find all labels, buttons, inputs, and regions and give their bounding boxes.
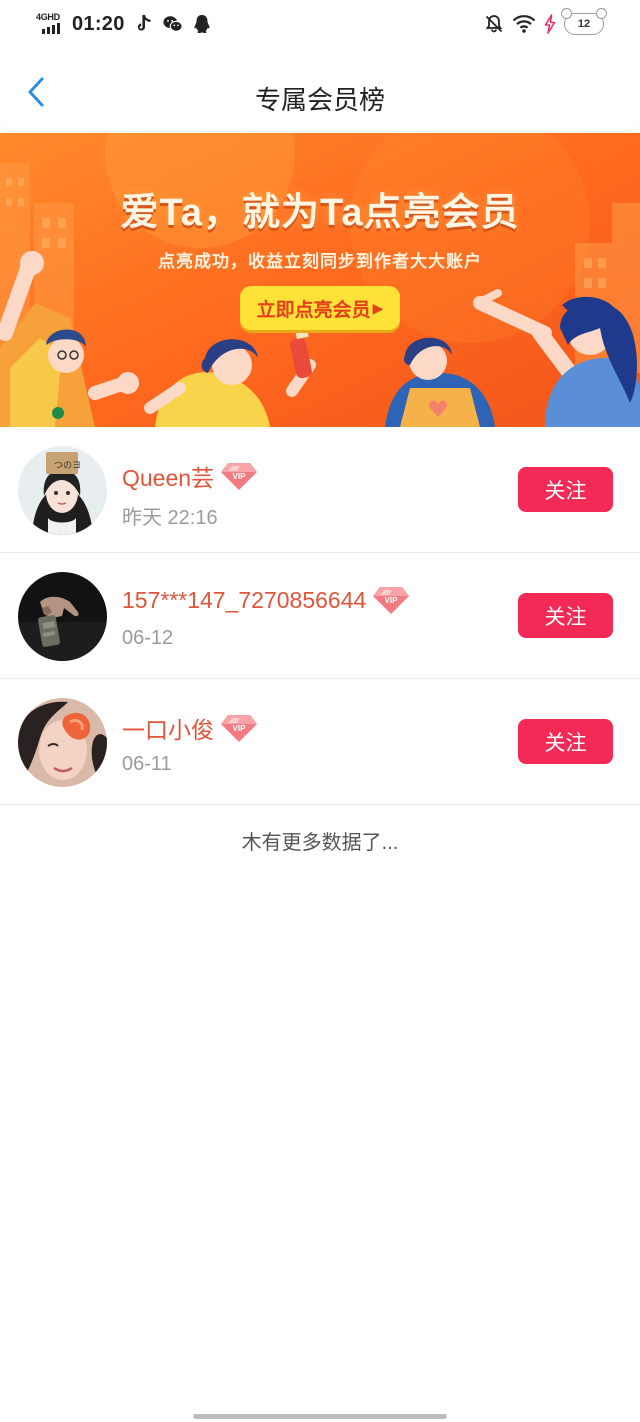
wifi-icon [512, 14, 536, 34]
follow-button[interactable]: 关注 [518, 719, 613, 764]
battery-icon: 12 [561, 8, 607, 35]
vip-banner[interactable]: 爱Ta，就为Ta点亮会员 点亮成功，收益立刻同步到作者大大账户 立即点亮会员 ▶ [0, 133, 640, 427]
svg-text:つのヨ: つのヨ [54, 461, 81, 471]
member-row[interactable]: 一口小俊 VIP 06-11 关注 [0, 679, 640, 805]
member-name-text: 157***147_7270856644 [122, 586, 367, 613]
vip-diamond-icon: VIP [372, 585, 410, 615]
vip-diamond-icon: VIP [220, 461, 258, 491]
network-type: 4GHD [36, 12, 60, 22]
cta-label: 立即点亮会员 [256, 299, 371, 321]
member-name-text: Queen芸 [122, 465, 215, 491]
banner-headline: 爱Ta，就为Ta点亮会员 [120, 192, 520, 234]
member-date: 昨天 22:16 [122, 507, 218, 529]
member-name-text: 一口小俊 [122, 717, 214, 743]
member-name[interactable]: 一口小俊 VIP [122, 711, 258, 745]
nav-bar: 专属会员榜 [0, 52, 640, 132]
charging-icon [544, 14, 556, 34]
svg-text:VIP: VIP [233, 724, 247, 733]
member-name[interactable]: Queen芸 VIP [122, 459, 258, 493]
member-date: 06-11 [122, 753, 172, 775]
svg-text:VIP: VIP [385, 596, 399, 605]
avatar[interactable] [18, 698, 107, 787]
status-bar-left: 4GHD 01:20 [36, 12, 212, 36]
banner-illustration [0, 133, 640, 427]
qq-icon [192, 14, 212, 34]
member-row[interactable]: 157***147_7270856644 VIP 06-12 关注 [0, 553, 640, 679]
member-list: つのヨ Queen芸 VIP 昨天 22:16 关注 157***147_727… [0, 427, 640, 805]
follow-button[interactable]: 关注 [518, 593, 613, 638]
vip-diamond-icon: VIP [220, 713, 258, 743]
follow-button[interactable]: 关注 [518, 467, 613, 512]
status-bar: 4GHD 01:20 12 [0, 0, 640, 52]
mute-icon [484, 14, 504, 34]
avatar[interactable]: つのヨ [18, 446, 107, 535]
svg-text:VIP: VIP [233, 472, 247, 481]
banner-subtitle: 点亮成功，收益立刻同步到作者大大账户 [158, 252, 482, 271]
page-title: 专属会员榜 [254, 85, 385, 115]
light-up-vip-button[interactable]: 立即点亮会员 ▶ [240, 286, 400, 330]
member-date: 06-12 [122, 627, 174, 649]
member-row[interactable]: つのヨ Queen芸 VIP 昨天 22:16 关注 [0, 427, 640, 553]
avatar[interactable] [18, 572, 107, 661]
tiktok-icon [134, 14, 154, 34]
wechat-icon [163, 14, 183, 34]
clock: 01:20 [72, 12, 125, 35]
no-more-data-text: 木有更多数据了... [241, 832, 399, 854]
status-bar-right: 12 [484, 8, 607, 35]
play-arrow-icon: ▶ [372, 299, 384, 316]
home-indicator[interactable] [193, 1414, 447, 1419]
member-name[interactable]: 157***147_7270856644 VIP [122, 585, 410, 615]
cell-signal-icon: 4GHD [36, 12, 66, 36]
